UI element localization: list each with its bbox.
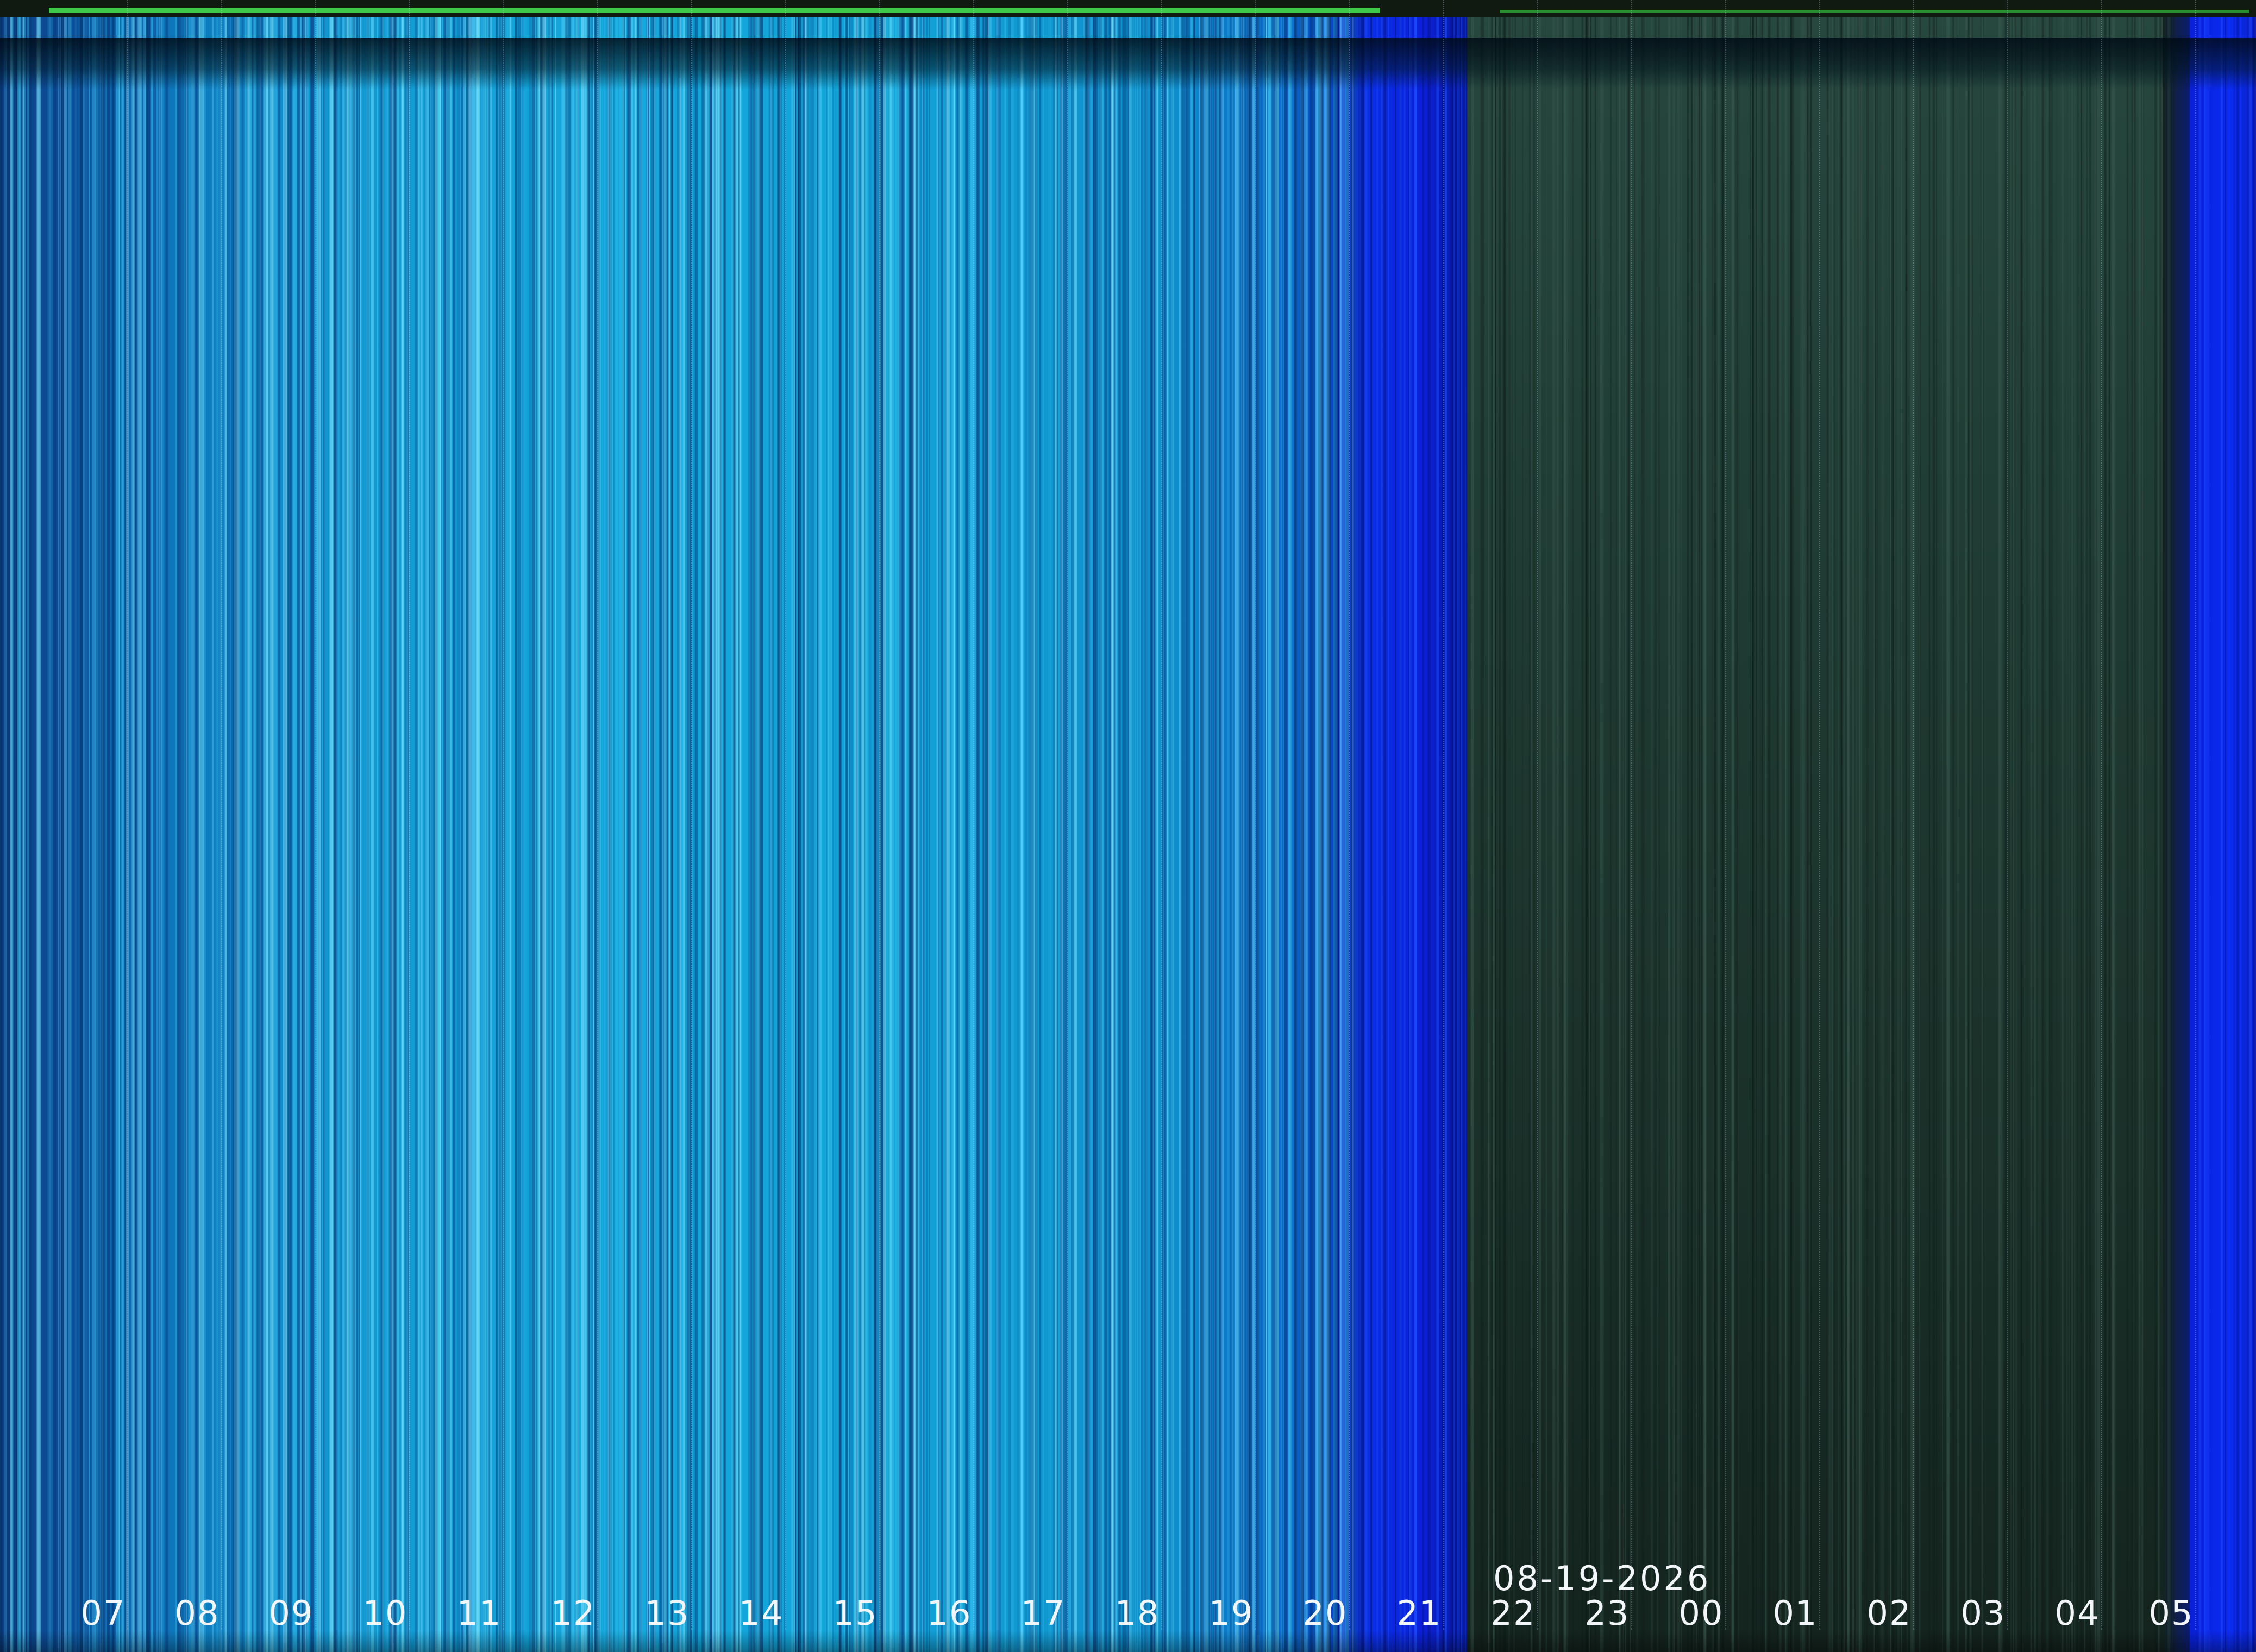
hour-gridline <box>691 0 692 1630</box>
hour-label: 23 <box>1584 1593 1630 1633</box>
hour-gridline <box>2007 0 2008 1630</box>
hour-gridline <box>221 0 222 1630</box>
hour-gridline <box>1537 0 1538 1630</box>
night-sky-region <box>1467 0 2190 1652</box>
hour-gridline <box>1819 0 1820 1630</box>
hour-label: 08 <box>174 1593 220 1633</box>
hour-gridline <box>2101 0 2102 1630</box>
hour-label: 19 <box>1208 1593 1254 1633</box>
hour-label: 11 <box>456 1593 502 1633</box>
hour-gridline <box>127 0 128 1630</box>
hour-gridline <box>1255 0 1256 1630</box>
hour-label: 03 <box>1960 1593 2006 1633</box>
hour-gridline <box>1067 0 1068 1630</box>
top-horizon-band <box>0 38 2256 90</box>
date-label: 08-19-2026 <box>1493 1559 1711 1598</box>
bottom-shade-band <box>0 1630 2256 1652</box>
hour-label: 04 <box>2054 1593 2100 1633</box>
hour-label: 18 <box>1114 1593 1160 1633</box>
hour-gridline <box>785 0 786 1630</box>
hour-gridline <box>879 0 880 1630</box>
hour-label: 01 <box>1772 1593 1818 1633</box>
hour-label: 10 <box>362 1593 408 1633</box>
hour-label: 17 <box>1020 1593 1066 1633</box>
hour-label: 00 <box>1678 1593 1724 1633</box>
hour-gridline <box>2195 0 2196 1630</box>
hour-label: 20 <box>1302 1593 1348 1633</box>
dawn-sky-region <box>2190 0 2256 1652</box>
hour-gridline <box>315 0 316 1630</box>
status-bar-night-segment <box>1500 10 2249 13</box>
dusk-sky-region <box>1369 0 1467 1652</box>
hour-label: 13 <box>644 1593 690 1633</box>
hour-gridline <box>1161 0 1162 1630</box>
hour-gridline <box>1443 0 1444 1630</box>
hour-label: 07 <box>80 1593 126 1633</box>
hour-gridline <box>1725 0 1726 1630</box>
hour-gridline <box>409 0 410 1630</box>
hour-label: 21 <box>1396 1593 1442 1633</box>
hour-label: 12 <box>550 1593 596 1633</box>
hour-label: 16 <box>926 1593 972 1633</box>
hour-gridline <box>503 0 504 1630</box>
hour-gridline <box>973 0 974 1630</box>
hour-gridline <box>597 0 598 1630</box>
hour-label: 22 <box>1490 1593 1536 1633</box>
daytime-sky-region <box>0 0 1369 1652</box>
hour-label: 02 <box>1866 1593 1912 1633</box>
hour-gridline <box>1349 0 1350 1630</box>
hour-label: 15 <box>832 1593 878 1633</box>
hour-label: 14 <box>738 1593 784 1633</box>
top-status-bar <box>0 0 2256 17</box>
hour-gridline <box>1913 0 1914 1630</box>
hour-gridline <box>1631 0 1632 1630</box>
hour-label: 09 <box>268 1593 314 1633</box>
hour-label: 05 <box>2148 1593 2194 1633</box>
status-bar-daylight-segment <box>49 8 1380 13</box>
timelapse-strip-image: 07 08 09 10 11 12 13 14 15 16 17 18 19 20 21 22 23 00 01 02… <box>0 0 2256 1652</box>
